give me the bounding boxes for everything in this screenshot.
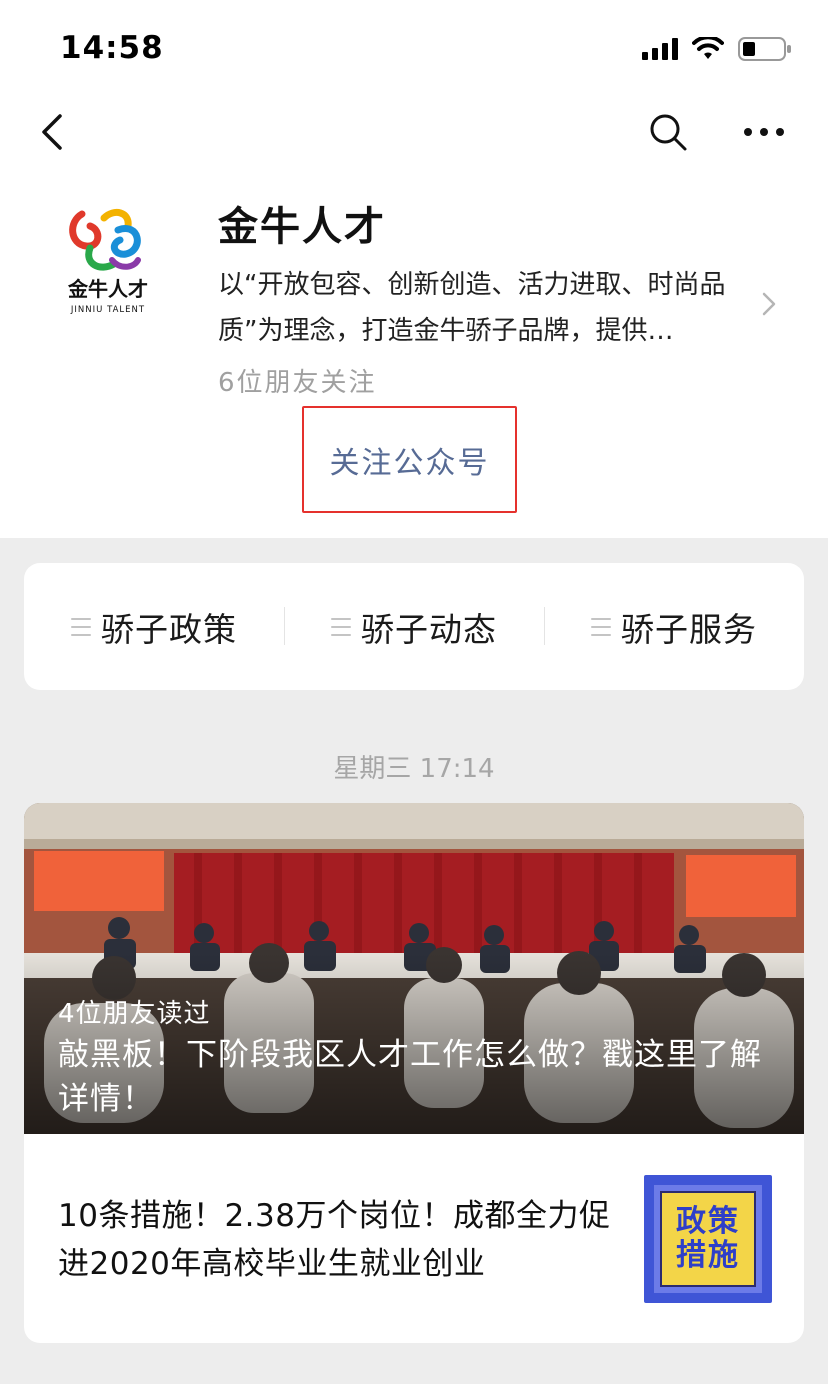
sub-article-thumbnail[interactable]: 政策 措施 [644, 1175, 772, 1303]
main-article-title[interactable]: 敲黑板！下阶段我区人才工作怎么做？戳这里了解详情！ [58, 1033, 778, 1121]
menu-bar: 骄子政策 骄子动态 骄子服务 [24, 563, 804, 690]
sub-article-title[interactable]: 10条措施！2.38万个岗位！成都全力促进2020年高校毕业生就业创业 [58, 1192, 628, 1288]
menu-lines-icon [331, 617, 351, 636]
status-icons [642, 36, 792, 62]
account-header: 14:58 金牛人才 JINNIU TALENT 金牛人才 以“开放包容、创新创… [0, 0, 828, 538]
account-description[interactable]: 以“开放包容、创新创造、活力进取、时尚品质”为理念，打造金牛骄子品牌，提供… [218, 262, 750, 354]
logo-text: 金牛人才 [67, 277, 148, 301]
main-article[interactable]: 4位朋友读过 敲黑板！下阶段我区人才工作怎么做？戳这里了解详情！ [24, 803, 804, 1134]
account-logo: 金牛人才 JINNIU TALENT [67, 208, 148, 315]
battery-icon [738, 37, 791, 61]
account-name: 金牛人才 [218, 204, 386, 250]
chevron-right-icon[interactable] [760, 290, 778, 318]
menu-lines-icon [71, 617, 91, 636]
menu-item-label: 骄子服务 [621, 609, 757, 649]
article-card: 4位朋友读过 敲黑板！下阶段我区人才工作怎么做？戳这里了解详情！ 10条措施！2… [24, 803, 804, 1343]
menu-item-news[interactable]: 骄子动态 [284, 563, 544, 690]
friends-read-count: 4位朋友读过 [58, 999, 211, 1029]
thumbnail-text-line2: 措施 [676, 1238, 740, 1273]
menu-item-policy[interactable]: 骄子政策 [24, 563, 284, 690]
logo-subtext: JINNIU TALENT [70, 305, 145, 315]
menu-item-service[interactable]: 骄子服务 [544, 563, 804, 690]
thumbnail-text-line1: 政策 [676, 1204, 740, 1239]
message-timestamp: 星期三 17:14 [333, 754, 495, 784]
wifi-icon [692, 37, 724, 59]
follow-button[interactable]: 关注公众号 [302, 406, 517, 513]
signal-icon [642, 38, 678, 60]
more-icon[interactable] [742, 120, 786, 144]
menu-lines-icon [591, 617, 611, 636]
search-icon[interactable] [648, 112, 688, 152]
sub-article[interactable]: 10条措施！2.38万个岗位！成都全力促进2020年高校毕业生就业创业 政策 措… [24, 1134, 804, 1343]
menu-item-label: 骄子政策 [101, 609, 237, 649]
friends-following: 6位朋友关注 [218, 368, 377, 398]
menu-item-label: 骄子动态 [361, 609, 497, 649]
back-arrow-icon[interactable] [38, 112, 70, 152]
thumbnail-paper: 政策 措施 [660, 1191, 756, 1287]
status-time: 14:58 [60, 30, 164, 66]
